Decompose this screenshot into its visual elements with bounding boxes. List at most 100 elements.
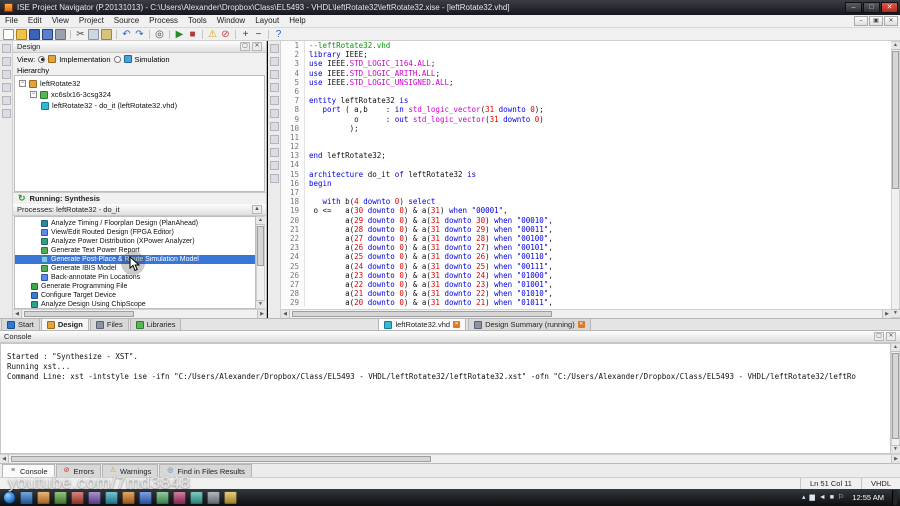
code-area[interactable]: 1 --leftRotate32.vhd 2 library IEEE; 3 use IE… bbox=[281, 41, 891, 309]
comment-icon[interactable] bbox=[269, 122, 279, 131]
taskbar-clock[interactable]: 12:55 AM bbox=[848, 493, 888, 502]
processes-vertical-scrollbar[interactable]: ▲ ▼ bbox=[256, 216, 265, 309]
taskbar-app-3-icon[interactable] bbox=[54, 491, 67, 504]
scrollbar-thumb[interactable] bbox=[11, 456, 431, 462]
process-item[interactable]: Analyze Timing / Floorplan Design (PlanA… bbox=[15, 219, 255, 228]
taskbar-app-4-icon[interactable] bbox=[71, 491, 84, 504]
refresh-icon[interactable] bbox=[1, 96, 11, 105]
close-panel-icon[interactable]: ✕ bbox=[886, 332, 896, 341]
scrollbar-thumb[interactable] bbox=[892, 51, 899, 189]
show-desktop-button[interactable] bbox=[892, 490, 897, 505]
tab-close-icon[interactable]: ✕ bbox=[453, 321, 461, 328]
process-tree[interactable]: Analyze Timing / Floorplan Design (PlanA… bbox=[14, 216, 256, 309]
start-button[interactable] bbox=[3, 491, 16, 504]
unfold-icon[interactable] bbox=[269, 57, 279, 66]
taskbar-app-2-icon[interactable] bbox=[37, 491, 50, 504]
macro-icon[interactable] bbox=[269, 174, 279, 183]
scrollbar-thumb[interactable] bbox=[292, 311, 552, 317]
fold-icon[interactable] bbox=[269, 44, 279, 53]
properties-icon[interactable] bbox=[1, 109, 11, 118]
scroll-left-arrow[interactable]: ◀ bbox=[0, 455, 9, 463]
maximize-button[interactable]: □ bbox=[863, 2, 880, 13]
taskbar-app-13-icon[interactable] bbox=[224, 491, 237, 504]
console-vertical-scrollbar[interactable]: ▲ ▼ bbox=[891, 343, 900, 454]
collapse-all-icon[interactable] bbox=[1, 44, 11, 53]
taskbar-app-8-icon[interactable] bbox=[139, 491, 152, 504]
scroll-down-arrow[interactable]: ▼ bbox=[891, 445, 900, 453]
tab-design[interactable]: Design bbox=[40, 318, 89, 330]
tab-console[interactable]: ≡ Console bbox=[2, 464, 55, 477]
taskbar-app-12-icon[interactable] bbox=[207, 491, 220, 504]
taskbar-app-9-icon[interactable] bbox=[156, 491, 169, 504]
mdi-minimize-button[interactable]: – bbox=[854, 16, 868, 26]
taskbar-app-1-icon[interactable] bbox=[20, 491, 33, 504]
new-document-icon[interactable] bbox=[3, 28, 14, 40]
zoom-out-icon[interactable]: − bbox=[253, 29, 264, 40]
hierarchy-tree[interactable]: − leftRotate32− xc6slx16-3csg324 leftRotate… bbox=[14, 75, 265, 192]
editor-horizontal-scrollbar[interactable]: ◀ ▶ bbox=[281, 309, 891, 318]
goto-icon[interactable] bbox=[269, 83, 279, 92]
scroll-left-arrow[interactable]: ◀ bbox=[281, 310, 290, 318]
scroll-left-arrow[interactable]: ◀ bbox=[13, 310, 22, 318]
tab-files[interactable]: Files bbox=[89, 318, 129, 330]
scrollbar-thumb[interactable] bbox=[257, 226, 264, 266]
process-item[interactable]: View/Edit Routed Design (FPGA Editor) bbox=[15, 228, 255, 237]
scrollbar-thumb[interactable] bbox=[892, 353, 899, 439]
document-tab[interactable]: Design Summary (running) ✕ bbox=[468, 318, 591, 330]
save-icon[interactable] bbox=[29, 28, 40, 40]
close-button[interactable]: ✕ bbox=[881, 2, 898, 13]
document-tab[interactable]: leftRotate32.vhd ✕ bbox=[378, 318, 467, 330]
tree-item[interactable]: − xc6slx16-3csg324 bbox=[15, 89, 264, 100]
uncomment-icon[interactable] bbox=[269, 135, 279, 144]
scroll-right-arrow[interactable]: ▶ bbox=[891, 455, 900, 463]
tray-flag-icon[interactable]: ⚐ bbox=[838, 491, 844, 504]
open-project-icon[interactable] bbox=[16, 28, 27, 40]
menu-item-window[interactable]: Window bbox=[212, 15, 250, 27]
tab-find-in-files-results[interactable]: ◎ Find in Files Results bbox=[159, 464, 252, 477]
tab-libraries[interactable]: Libraries bbox=[129, 318, 182, 330]
bookmark-icon[interactable] bbox=[269, 70, 279, 79]
tray-arrow-icon[interactable]: ▴ bbox=[802, 491, 806, 504]
close-panel-icon[interactable]: ✕ bbox=[252, 42, 262, 51]
menu-item-process[interactable]: Process bbox=[144, 15, 183, 27]
process-item[interactable]: Configure Target Device bbox=[15, 291, 255, 300]
process-item[interactable]: Analyze Power Distribution (XPower Analy… bbox=[15, 237, 255, 246]
redo-icon[interactable]: ↷ bbox=[134, 29, 145, 40]
outdent-icon[interactable] bbox=[269, 109, 279, 118]
process-item[interactable]: Generate Post-Place & Route Simulation M… bbox=[15, 255, 255, 264]
scroll-up-arrow[interactable]: ▲ bbox=[891, 42, 900, 50]
menu-item-layout[interactable]: Layout bbox=[250, 15, 284, 27]
process-item[interactable]: Generate Programming File bbox=[15, 282, 255, 291]
scroll-down-arrow[interactable]: ▼ bbox=[256, 300, 265, 308]
check-syntax-icon[interactable] bbox=[269, 148, 279, 157]
console-horizontal-scrollbar[interactable]: ◀ ▶ bbox=[0, 454, 900, 463]
taskbar-app-7-icon[interactable] bbox=[122, 491, 135, 504]
processes-horizontal-scrollbar[interactable]: ◀ ▶ bbox=[13, 309, 266, 318]
indent-icon[interactable] bbox=[269, 96, 279, 105]
tree-item[interactable]: − leftRotate32 bbox=[15, 78, 264, 89]
help-icon[interactable]: ? bbox=[273, 29, 284, 40]
menu-item-help[interactable]: Help bbox=[284, 15, 310, 27]
error-icon[interactable]: ⊘ bbox=[220, 29, 231, 40]
process-item[interactable]: Generate IBIS Model bbox=[15, 264, 255, 273]
scroll-right-arrow[interactable]: ▶ bbox=[257, 310, 266, 318]
taskbar-app-10-icon[interactable] bbox=[173, 491, 186, 504]
tray-update-icon[interactable]: ■ bbox=[830, 491, 834, 504]
tree-expander-icon[interactable]: − bbox=[30, 91, 37, 98]
copy-icon[interactable] bbox=[88, 28, 99, 40]
print-icon[interactable] bbox=[55, 28, 66, 40]
menu-item-project[interactable]: Project bbox=[74, 15, 109, 27]
menu-item-tools[interactable]: Tools bbox=[183, 15, 212, 27]
expand-all-icon[interactable] bbox=[1, 57, 11, 66]
menu-item-source[interactable]: Source bbox=[109, 15, 144, 27]
float-panel-icon[interactable]: ▢ bbox=[874, 332, 884, 341]
menu-item-file[interactable]: File bbox=[0, 15, 23, 27]
tab-close-icon[interactable]: ✕ bbox=[577, 321, 585, 328]
tray-network-icon[interactable]: ▆ bbox=[809, 491, 814, 504]
tab-errors[interactable]: ⊘ Errors bbox=[55, 464, 101, 477]
tree-expander-icon[interactable]: − bbox=[19, 80, 26, 87]
up-icon[interactable] bbox=[1, 70, 11, 79]
warning-icon[interactable]: ⚠ bbox=[207, 29, 218, 40]
down-icon[interactable] bbox=[1, 83, 11, 92]
view-radio-implementation[interactable] bbox=[38, 55, 46, 63]
